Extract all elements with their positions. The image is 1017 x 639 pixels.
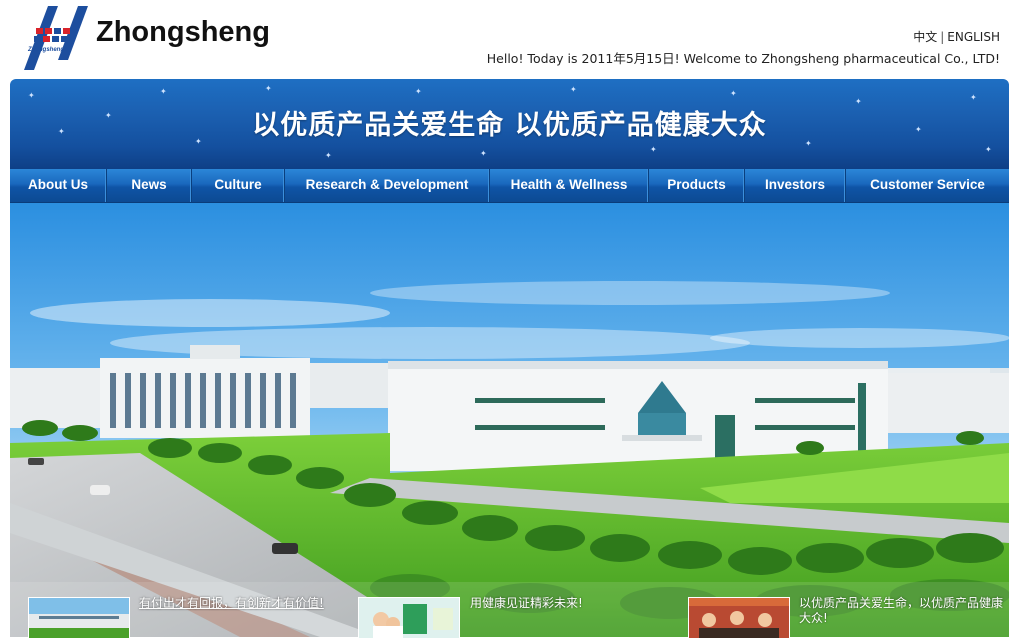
hero-campus-photo	[10, 203, 1009, 637]
feature-caption-2: 用健康见证精彩未来!	[470, 596, 583, 610]
lang-separator: |	[940, 30, 945, 44]
feature-caption-3: 以优质产品关爱生命，以优质产品健康大众!	[799, 596, 1004, 625]
nav-customer-service[interactable]: Customer Service	[846, 169, 1009, 202]
brand-name[interactable]: Zhongsheng	[96, 16, 270, 49]
nav-research-development[interactable]: Research & Development	[285, 169, 490, 202]
nav-products[interactable]: Products	[649, 169, 745, 202]
nav-news[interactable]: News	[107, 169, 192, 202]
language-switch: 中文 | ENGLISH	[913, 28, 1000, 45]
lang-chinese-link[interactable]: 中文	[913, 30, 937, 44]
lang-english-link[interactable]: ENGLISH	[947, 30, 1000, 44]
banner-slogan: 以优质产品关爱生命 以优质产品健康大众	[252, 110, 767, 141]
feature-thumbnail-family[interactable]	[358, 597, 460, 639]
nav-about-us[interactable]: About Us	[10, 169, 107, 202]
feature-thumbnail-campus[interactable]	[28, 597, 130, 639]
nav-health-wellness[interactable]: Health & Wellness	[490, 169, 649, 202]
zhongsheng-logo-icon[interactable]: Zhongsheng	[20, 6, 90, 70]
slogan-banner: ✦ ✦ ✦ ✦ ✦ ✦ ✦ ✦ ✦ ✦ ✦ ✦ ✦ ✦ ✦ ✦ ✦ 以优质产品关…	[10, 79, 1009, 169]
nav-culture[interactable]: Culture	[192, 169, 285, 202]
feature-caption-1[interactable]: 有付出才有回报，有创新才有价值!	[139, 596, 324, 611]
site-header: Zhongsheng Zhongsheng 中文 | ENGLISH Hello! …	[0, 0, 1017, 78]
main-navigation: About Us News Culture Research & Develop…	[10, 169, 1009, 203]
nav-investors[interactable]: Investors	[745, 169, 846, 202]
feature-strip: 有付出才有回报，有创新才有价值! 用健康见证精彩未来! 以优质产品关爱生命，以优…	[10, 582, 1009, 639]
logo-caption: Zhongsheng	[28, 47, 64, 53]
feature-thumbnail-store[interactable]	[688, 597, 790, 639]
welcome-greeting: Hello! Today is 2011年5月15日! Welcome to Z…	[486, 51, 1000, 66]
